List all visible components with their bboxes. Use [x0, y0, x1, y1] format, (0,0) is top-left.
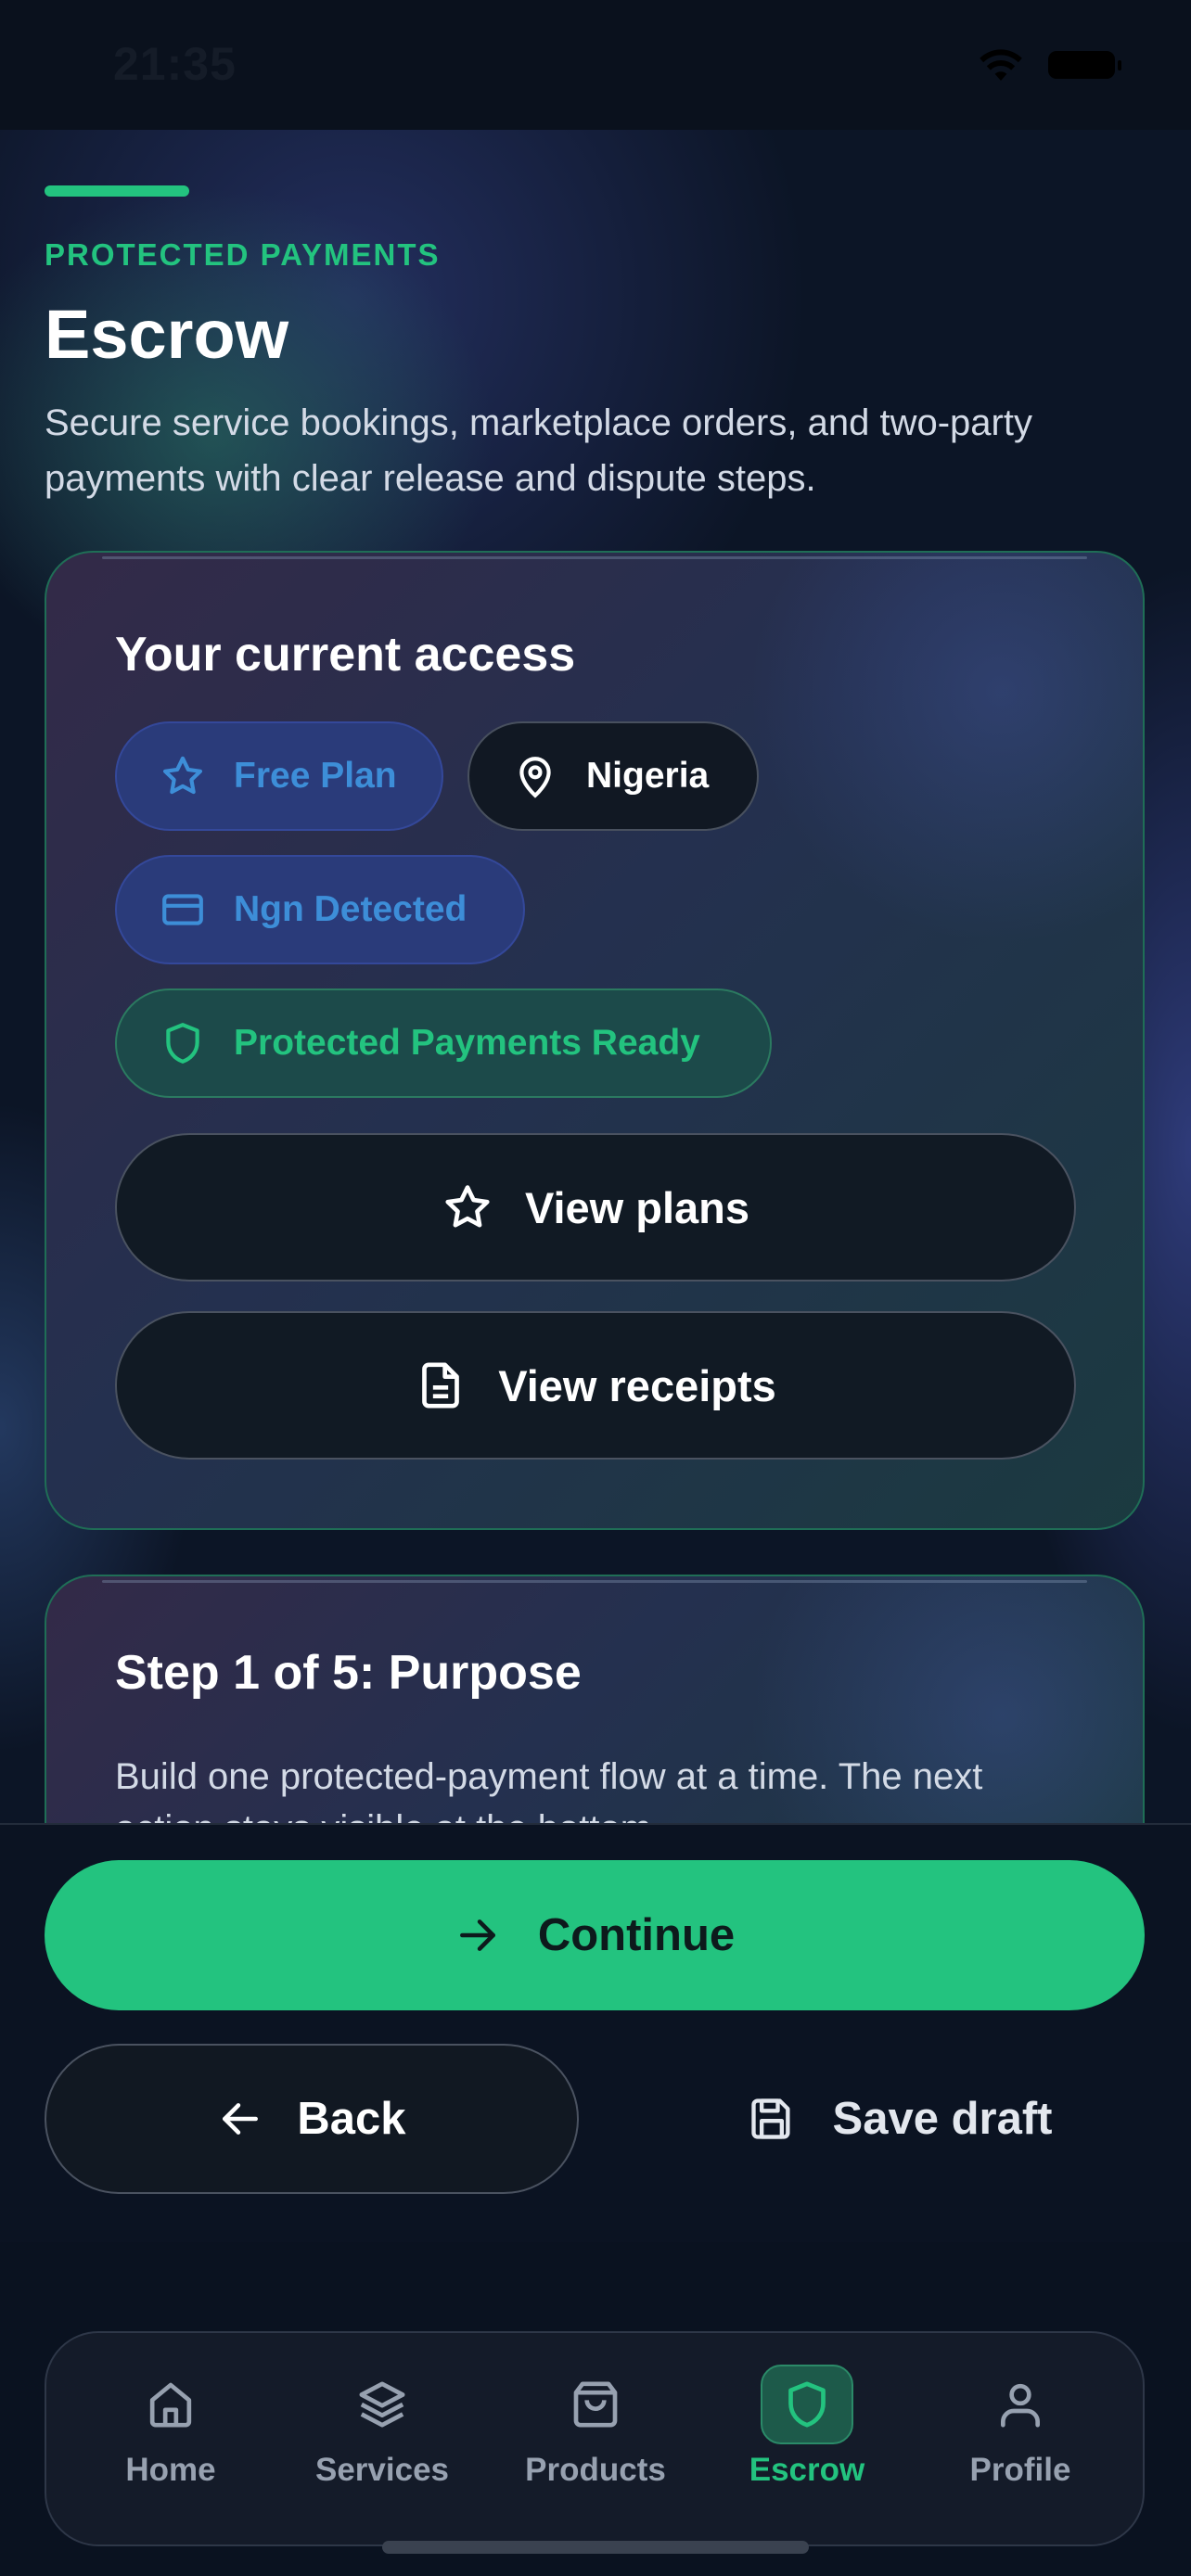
home-icon — [149, 2382, 192, 2428]
currency-chip[interactable]: Ngn Detected — [115, 855, 525, 964]
card-divider — [102, 556, 1087, 559]
plan-chip-label: Free Plan — [234, 756, 397, 796]
action-panel: Continue Back Save draft — [0, 1823, 1191, 2242]
shield-icon — [788, 2381, 826, 2428]
page-description: Secure service bookings, marketplace ord… — [45, 402, 1032, 499]
status-chip-label: Protected Payments Ready — [234, 1023, 700, 1063]
shopping-bag-icon — [573, 2381, 618, 2428]
view-receipts-label: View receipts — [498, 1360, 776, 1410]
arrow-left-icon — [223, 2103, 259, 2135]
back-button[interactable]: Back — [45, 2044, 579, 2194]
status-time: 21:35 — [113, 38, 237, 90]
tab-profile[interactable]: Profile — [918, 2333, 1122, 2548]
tab-products-label: Products — [525, 2452, 666, 2488]
eyebrow-label: PROTECTED PAYMENTS — [45, 237, 441, 272]
continue-button[interactable]: Continue — [45, 1860, 1145, 2010]
tab-home-label: Home — [125, 2452, 216, 2488]
layers-icon — [359, 2381, 405, 2428]
tab-products[interactable]: Products — [493, 2333, 698, 2548]
page-title: Escrow — [45, 296, 289, 373]
document-icon — [422, 1362, 460, 1409]
star-icon — [445, 1185, 490, 1228]
save-draft-label: Save draft — [832, 2094, 1053, 2144]
status-chip[interactable]: Protected Payments Ready — [115, 988, 772, 1098]
status-icons — [978, 48, 1121, 82]
access-card-title: Your current access — [115, 628, 576, 682]
wifi-icon — [980, 49, 1022, 81]
save-icon — [750, 2098, 790, 2139]
status-bar: 21:35 — [0, 0, 1191, 130]
bottom-tab-bar: Home Services Products Escrow Profile — [45, 2331, 1145, 2546]
save-draft-button[interactable]: Save draft — [649, 2044, 1150, 2194]
tab-escrow-label: Escrow — [749, 2452, 865, 2488]
star-icon — [162, 756, 203, 795]
home-indicator — [382, 2541, 809, 2554]
access-card: Your current access Free Plan Nigeria Ng… — [45, 551, 1145, 1530]
tab-escrow[interactable]: Escrow — [705, 2333, 909, 2548]
back-label: Back — [297, 2094, 406, 2144]
arrow-right-icon — [459, 1919, 495, 1951]
currency-chip-label: Ngn Detected — [234, 889, 467, 929]
card-divider — [102, 1580, 1087, 1583]
continue-label: Continue — [537, 1910, 736, 1960]
view-plans-button[interactable]: View plans — [115, 1133, 1076, 1282]
battery-icon — [1048, 51, 1121, 79]
country-chip-label: Nigeria — [586, 756, 710, 796]
country-chip[interactable]: Nigeria — [467, 721, 759, 831]
user-icon — [1001, 2383, 1040, 2428]
accent-line — [45, 185, 189, 197]
tab-services-label: Services — [314, 2452, 450, 2488]
tab-services[interactable]: Services — [280, 2333, 484, 2548]
tab-profile-label: Profile — [969, 2452, 1071, 2488]
tab-home[interactable]: Home — [69, 2333, 273, 2548]
location-pin-icon — [519, 757, 551, 798]
view-plans-label: View plans — [524, 1182, 750, 1232]
shield-icon — [166, 1023, 199, 1064]
credit-card-icon — [162, 894, 203, 925]
step-title: Step 1 of 5: Purpose — [115, 1646, 582, 1700]
plan-chip[interactable]: Free Plan — [115, 721, 443, 831]
view-receipts-button[interactable]: View receipts — [115, 1311, 1076, 1460]
